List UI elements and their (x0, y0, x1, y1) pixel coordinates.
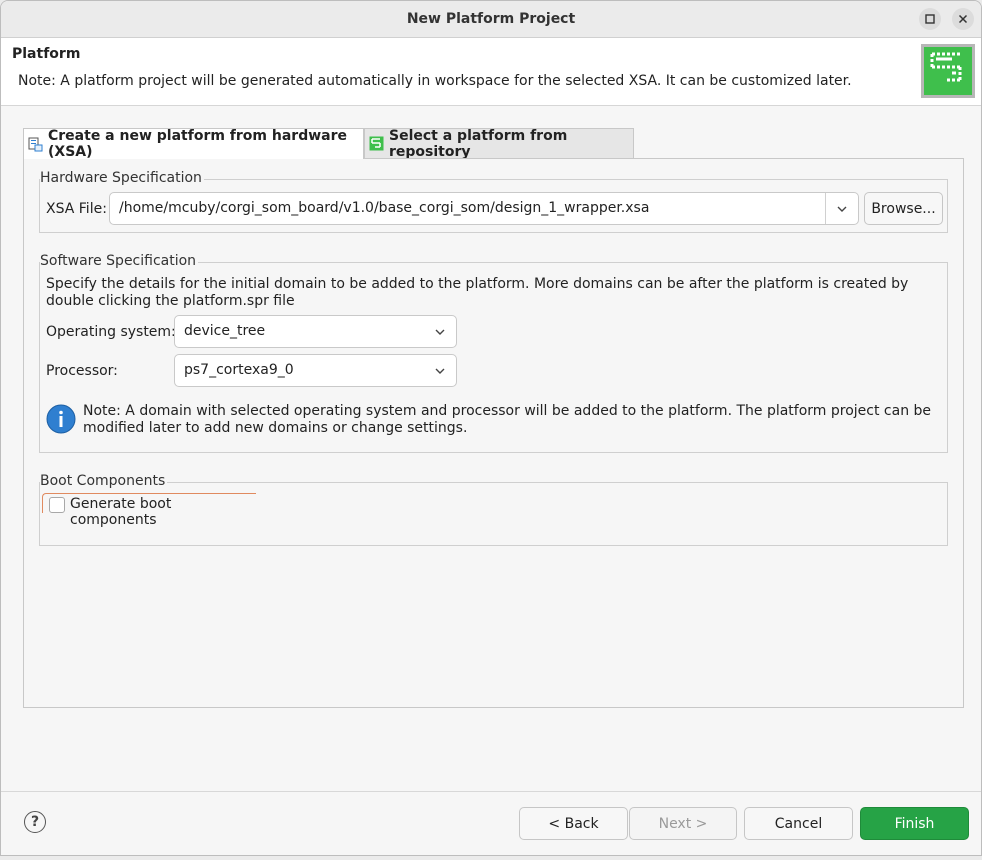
page-description: Note: A platform project will be generat… (18, 73, 852, 89)
repository-icon (369, 136, 384, 151)
boot-group-label: Boot Components (40, 473, 168, 489)
wizard-header: Platform Note: A platform project will b… (1, 38, 981, 106)
chevron-down-icon[interactable] (836, 203, 848, 215)
maximize-button[interactable] (919, 8, 941, 30)
combo-divider (825, 193, 826, 224)
close-button[interactable] (952, 8, 974, 30)
generate-boot-checkbox[interactable] (49, 497, 65, 513)
tab-folder: Create a new platform from hardware (XSA… (23, 128, 964, 708)
next-button[interactable]: Next > (629, 807, 737, 840)
software-specification-group: Software Specification Specify the detai… (39, 253, 948, 453)
software-group-label: Software Specification (40, 253, 199, 269)
processor-value: ps7_cortexa9_0 (184, 362, 294, 378)
xsa-file-value: /home/mcuby/corgi_som_board/v1.0/base_co… (119, 200, 650, 216)
operating-system-label: Operating system: (46, 324, 176, 340)
page-title: Platform (12, 46, 81, 62)
chevron-down-icon (435, 368, 445, 374)
tab-repository-label: Select a platform from repository (389, 127, 568, 160)
processor-select[interactable]: ps7_cortexa9_0 (174, 354, 457, 387)
generate-boot-label: Generate boot components (70, 496, 172, 528)
cancel-button[interactable]: Cancel (744, 807, 853, 840)
domain-info-note: Note: A domain with selected operating s… (83, 403, 932, 436)
back-button[interactable]: < Back (519, 807, 628, 840)
tab-select-from-repository[interactable]: Select a platform from repository (364, 127, 634, 160)
maximize-icon (925, 14, 935, 24)
close-icon (958, 14, 968, 24)
hardware-group-label: Hardware Specification (40, 170, 204, 186)
software-description: Specify the details for the initial doma… (46, 276, 909, 309)
operating-system-value: device_tree (184, 323, 266, 339)
boot-components-group: Boot Components Generate boot components (39, 473, 948, 546)
operating-system-select[interactable]: device_tree (174, 315, 457, 348)
xsa-file-label: XSA File: (46, 201, 107, 217)
hardware-specification-group: Hardware Specification XSA File: /home/m… (39, 170, 948, 233)
title-bar: New Platform Project (1, 1, 981, 38)
processor-label: Processor: (46, 363, 118, 379)
new-platform-dialog: New Platform Project Platform Note: A pl… (0, 0, 982, 856)
finish-button[interactable]: Finish (860, 807, 969, 840)
window-title: New Platform Project (406, 11, 576, 27)
tab-create-from-xsa[interactable]: Create a new platform from hardware (XSA… (23, 128, 364, 160)
help-icon[interactable]: ? (24, 811, 46, 833)
platform-wizard-logo-icon (921, 44, 975, 98)
browse-button[interactable]: Browse... (864, 192, 943, 225)
tab-create-label: Create a new platform from hardware (XSA… (48, 128, 348, 160)
xsa-file-combo[interactable]: /home/mcuby/corgi_som_board/v1.0/base_co… (109, 192, 859, 225)
xsa-hardware-icon (28, 137, 43, 151)
chevron-down-icon (435, 329, 445, 335)
tab-panel-create-from-xsa: Hardware Specification XSA File: /home/m… (23, 158, 964, 708)
footer-divider (1, 791, 981, 792)
info-icon (46, 404, 76, 434)
generate-boot-checkbox-row[interactable]: Generate boot components (42, 493, 256, 528)
